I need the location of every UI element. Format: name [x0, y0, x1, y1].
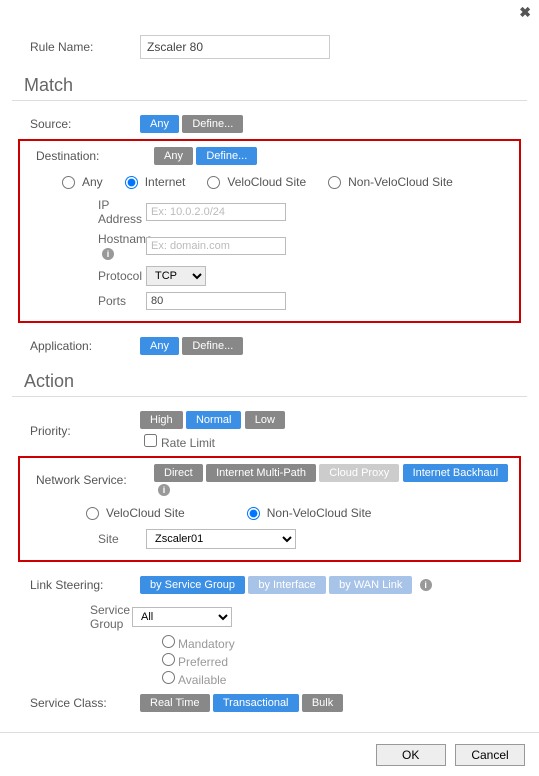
svcgroup-label: Service Group — [12, 603, 132, 631]
protocol-label: Protocol — [26, 269, 146, 283]
svcclass-rt-button[interactable]: Real Time — [140, 694, 210, 712]
dest-radio-velo[interactable]: VeloCloud Site — [207, 175, 306, 189]
rule-name-label: Rule Name: — [12, 40, 140, 54]
ip-input[interactable] — [146, 203, 286, 221]
netsvc-backhaul-button[interactable]: Internet Backhaul — [403, 464, 509, 482]
sg-available[interactable]: Available — [162, 673, 226, 687]
netsvc-imp-button[interactable]: Internet Multi-Path — [206, 464, 316, 482]
dest-define-button[interactable]: Define... — [196, 147, 257, 165]
app-any-button[interactable]: Any — [140, 337, 179, 355]
info-icon[interactable]: i — [420, 579, 432, 591]
link-bywan-button[interactable]: by WAN Link — [329, 576, 412, 594]
sg-preferred[interactable]: Preferred — [162, 655, 228, 669]
app-define-button[interactable]: Define... — [182, 337, 243, 355]
svcclass-label: Service Class: — [12, 696, 140, 710]
dest-radio-any[interactable]: Any — [62, 175, 103, 189]
netsvc-cloud-button: Cloud Proxy — [319, 464, 399, 482]
application-label: Application: — [12, 339, 140, 353]
link-bysvc-button[interactable]: by Service Group — [140, 576, 245, 594]
dest-radio-nonvelo[interactable]: Non-VeloCloud Site — [328, 175, 453, 189]
priority-label: Priority: — [12, 424, 140, 438]
ports-input[interactable] — [146, 292, 286, 310]
sg-mandatory[interactable]: Mandatory — [162, 637, 235, 651]
svcclass-trans-button[interactable]: Transactional — [213, 694, 299, 712]
ok-button[interactable]: OK — [376, 744, 446, 766]
section-match: Match — [24, 75, 527, 96]
source-label: Source: — [12, 117, 140, 131]
link-byif-button[interactable]: by Interface — [248, 576, 325, 594]
info-icon[interactable]: i — [102, 248, 114, 260]
protocol-select[interactable]: TCP — [146, 266, 206, 286]
source-define-button[interactable]: Define... — [182, 115, 243, 133]
priority-low-button[interactable]: Low — [245, 411, 285, 429]
cancel-button[interactable]: Cancel — [455, 744, 525, 766]
netsvc-highlight-box: Network Service: Direct Internet Multi-P… — [18, 456, 521, 562]
priority-high-button[interactable]: High — [140, 411, 183, 429]
ports-label: Ports — [26, 294, 146, 308]
ip-label: IP Address — [26, 198, 146, 226]
svcgroup-select[interactable]: All — [132, 607, 232, 627]
info-icon[interactable]: i — [158, 484, 170, 496]
priority-normal-button[interactable]: Normal — [186, 411, 241, 429]
svcclass-bulk-button[interactable]: Bulk — [302, 694, 343, 712]
dest-radio-internet[interactable]: Internet — [125, 175, 186, 189]
rule-name-input[interactable] — [140, 35, 330, 59]
netsvc-radio-velo[interactable]: VeloCloud Site — [86, 506, 185, 520]
site-select[interactable]: Zscaler01 — [146, 529, 296, 549]
site-label: Site — [26, 532, 146, 546]
netsvc-direct-button[interactable]: Direct — [154, 464, 203, 482]
close-icon[interactable]: ✖ — [519, 4, 531, 20]
netsvc-radio-nonvelo[interactable]: Non-VeloCloud Site — [247, 506, 372, 520]
source-any-button[interactable]: Any — [140, 115, 179, 133]
dest-any-button[interactable]: Any — [154, 147, 193, 165]
hostname-input[interactable] — [146, 237, 286, 255]
destination-label: Destination: — [26, 149, 154, 163]
link-label: Link Steering: — [12, 578, 140, 592]
section-action: Action — [24, 371, 527, 392]
netsvc-label: Network Service: — [26, 473, 154, 487]
destination-highlight-box: Destination: Any Define... Any Internet … — [18, 139, 521, 323]
rate-limit-checkbox[interactable]: Rate Limit — [144, 436, 215, 450]
hostname-label: Hostnamei — [26, 232, 146, 260]
